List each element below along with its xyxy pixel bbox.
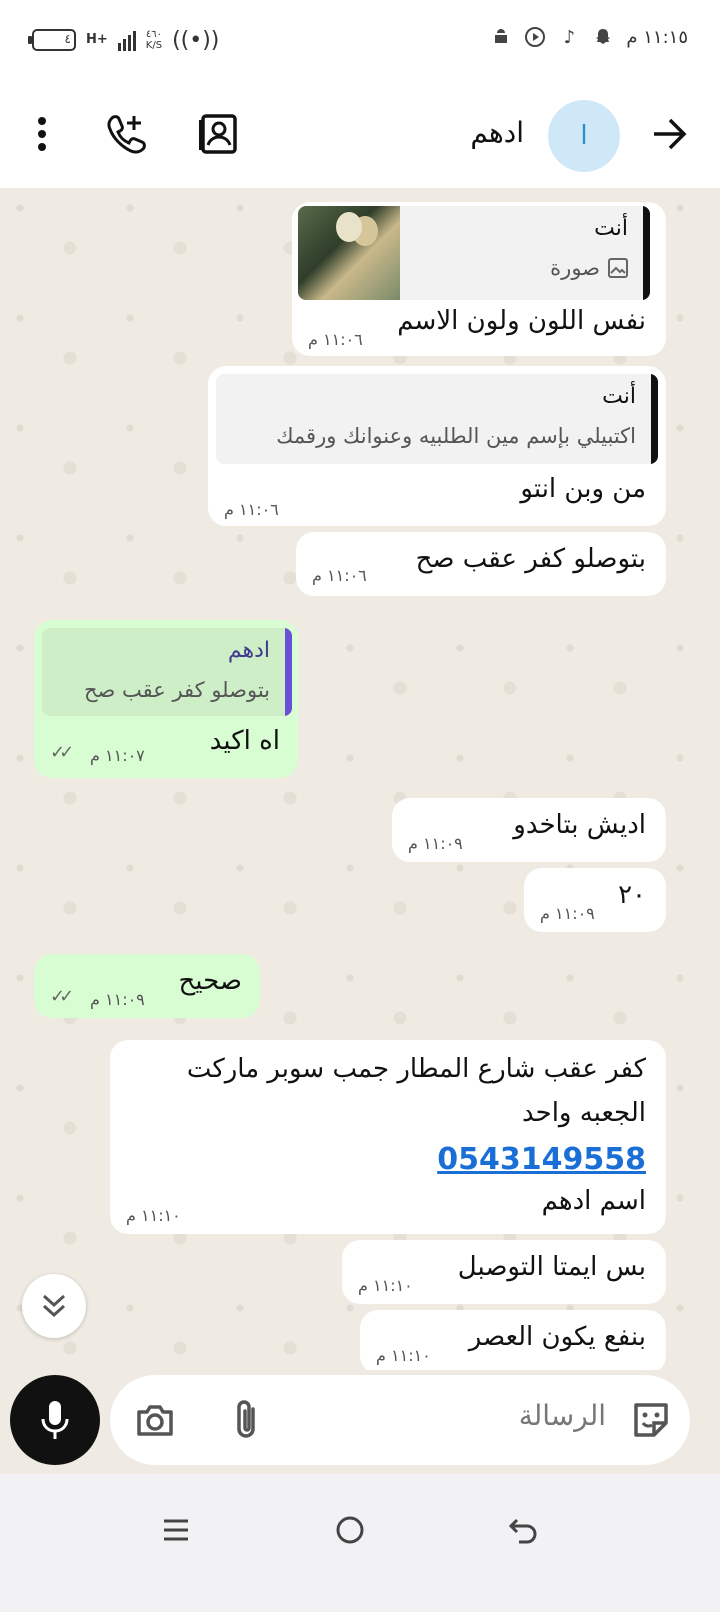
- quote-bar: [643, 206, 650, 300]
- message-time: ١١:٠٩ م: [540, 904, 595, 923]
- back-arrow-icon: [654, 118, 687, 150]
- android-icon: [490, 26, 512, 48]
- quoted-image-thumbnail: [298, 206, 400, 300]
- message-time: ١١:٠٦ م: [312, 566, 367, 585]
- message-bubble[interactable]: كفر عقب شارع المطار جمب سوبر ماركت الجعب…: [110, 1040, 666, 1234]
- status-right: ♪ ١١:١٥ م: [490, 26, 688, 48]
- message-text-line: كفر عقب شارع المطار جمب سوبر ماركت: [186, 1054, 646, 1084]
- battery-icon: ٤: [28, 29, 76, 51]
- message-text: صحيح: [178, 966, 243, 996]
- message-text: اه اكيد: [209, 726, 280, 756]
- quoted-message[interactable]: أنت صورة: [298, 206, 650, 300]
- message-input[interactable]: الرسالة: [110, 1375, 690, 1465]
- contact-card-button[interactable]: [186, 102, 250, 166]
- message-time: ١١:٠٩ م: [90, 990, 145, 1009]
- back-button[interactable]: [638, 102, 702, 166]
- home-icon: [336, 1516, 364, 1544]
- message-text: ٢٠: [618, 880, 646, 910]
- message-bubble[interactable]: بس ايمتا التوصبل ١١:١٠ م: [342, 1240, 666, 1304]
- sticker-icon: [634, 1403, 668, 1437]
- speed-value: ٤٦٠: [145, 29, 162, 40]
- quoted-message[interactable]: أنت اكتبيلي بإسم مين الطلبيه وعنوانك ورق…: [216, 374, 658, 464]
- scroll-down-button[interactable]: [22, 1274, 86, 1338]
- quote-author: أنت: [594, 216, 628, 241]
- network-speed: ٤٦٠ K/S: [146, 29, 162, 51]
- youtube-icon: [524, 26, 546, 48]
- message-bubble[interactable]: ادهم بتوصلو كفر عقب صح اه اكيد ✓✓ ١١:٠٧ …: [34, 620, 298, 778]
- read-ticks-icon: ✓✓: [50, 986, 74, 1007]
- quoted-message[interactable]: ادهم بتوصلو كفر عقب صح: [42, 628, 292, 716]
- message-bubble[interactable]: بنفع يكون العصر ١١:١٠ م: [360, 1310, 666, 1374]
- add-call-button[interactable]: [94, 102, 158, 166]
- message-bubble[interactable]: صحيح ✓✓ ١١:٠٩ م: [34, 954, 260, 1018]
- message-text-line: الجعبه واحد: [521, 1098, 646, 1128]
- attach-button[interactable]: [222, 1395, 272, 1445]
- phone-link[interactable]: 0543149558: [437, 1142, 646, 1177]
- system-nav-bar: [0, 1474, 720, 1612]
- message-text: اديش بتاخدو: [513, 810, 646, 840]
- recents-button[interactable]: [146, 1500, 206, 1560]
- snapchat-icon: [592, 26, 614, 48]
- more-icon: [38, 117, 46, 151]
- chat-header: ادهم ا: [0, 80, 720, 188]
- message-text: نفس اللون ولون الاسم: [397, 306, 646, 336]
- message-bubble[interactable]: بتوصلو كفر عقب صح ١١:٠٦ م: [296, 532, 666, 596]
- hotspot-icon: ((•)): [172, 27, 220, 53]
- quote-text: اكتبيلي بإسم مين الطلبيه وعنوانك ورقمك: [276, 424, 636, 448]
- scroll-down-icon: [42, 1294, 66, 1318]
- battery-level: ٤: [64, 32, 71, 46]
- quote-author: أنت: [602, 384, 636, 409]
- home-button[interactable]: [320, 1500, 380, 1560]
- message-time: ١١:٠٧ م: [90, 746, 145, 765]
- speed-unit: K/S: [145, 40, 163, 51]
- more-button[interactable]: [10, 102, 74, 166]
- attach-icon: [237, 1400, 255, 1438]
- status-left: ٤ H+ ٤٦٠ K/S ((•)): [28, 24, 220, 56]
- contact-name[interactable]: ادهم: [470, 116, 524, 149]
- message-time: ١١:٠٦ م: [224, 500, 279, 519]
- message-time: ١١:١٠ م: [126, 1206, 181, 1225]
- camera-icon: [137, 1405, 173, 1436]
- quote-bar: [651, 374, 658, 464]
- quote-text: صورة: [550, 256, 600, 280]
- message-text: بتوصلو كفر عقب صح: [415, 544, 646, 574]
- add-call-icon: [107, 115, 146, 154]
- quote-author: ادهم: [227, 638, 270, 663]
- message-text: من وبن انتو: [520, 474, 646, 504]
- mic-icon: [41, 1401, 69, 1439]
- message-bubble[interactable]: أنت اكتبيلي بإسم مين الطلبيه وعنوانك ورق…: [208, 366, 666, 526]
- camera-button[interactable]: [130, 1395, 180, 1445]
- avatar[interactable]: ا: [548, 100, 620, 172]
- message-time: ١١:٠٩ م: [408, 834, 463, 853]
- mic-button[interactable]: [10, 1375, 100, 1465]
- quote-text-row: صورة: [550, 256, 628, 280]
- message-text: بس ايمتا التوصبل: [457, 1252, 646, 1282]
- message-time: ١١:١٠ م: [376, 1346, 431, 1365]
- menu-icon: [164, 1519, 188, 1541]
- message-time: ١١:٠٦ م: [308, 330, 363, 349]
- status-time: ١١:١٥ م: [626, 26, 688, 48]
- quote-bar: [285, 628, 292, 716]
- message-bubble[interactable]: ٢٠ ١١:٠٩ م: [524, 868, 666, 932]
- quote-text: بتوصلو كفر عقب صح: [83, 678, 270, 702]
- tiktok-icon: ♪: [563, 26, 576, 48]
- signal-icon: [117, 29, 136, 51]
- network-type: H+: [86, 32, 108, 47]
- chat-area[interactable]: أنت صورة نفس اللون ولون الاسم ١١:٠٦ م أن…: [0, 188, 720, 1412]
- message-placeholder: الرسالة: [518, 1399, 606, 1432]
- message-bubble[interactable]: اديش بتاخدو ١١:٠٩ م: [392, 798, 666, 862]
- message-text: بنفع يكون العصر: [468, 1322, 646, 1352]
- sticker-button[interactable]: [626, 1395, 676, 1445]
- contact-card-icon: [199, 114, 237, 154]
- message-time: ١١:١٠ م: [358, 1276, 413, 1295]
- read-ticks-icon: ✓✓: [50, 742, 74, 763]
- status-bar: ٤ H+ ٤٦٠ K/S ((•)) ♪ ١١:١٥ م: [0, 0, 720, 80]
- message-text-line: اسم ادهم: [541, 1186, 646, 1216]
- message-bubble[interactable]: أنت صورة نفس اللون ولون الاسم ١١:٠٦ م: [292, 202, 666, 356]
- back-nav-icon: [509, 1518, 537, 1544]
- image-icon: [608, 258, 628, 278]
- back-nav-button[interactable]: [494, 1500, 554, 1560]
